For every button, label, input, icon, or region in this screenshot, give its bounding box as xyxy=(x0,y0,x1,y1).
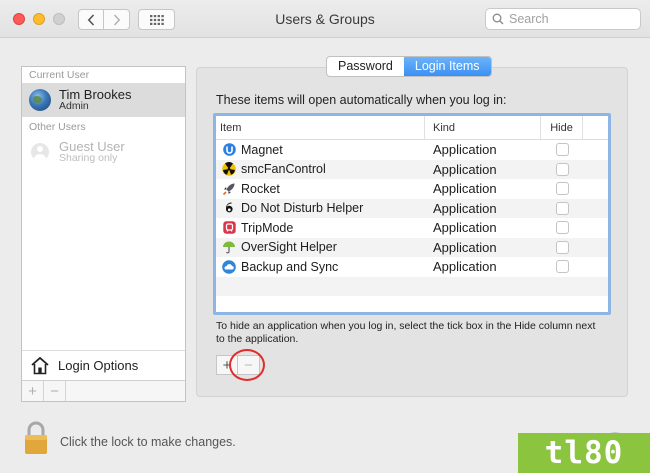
fan-icon xyxy=(222,162,236,177)
add-user-button[interactable]: + xyxy=(22,381,44,401)
column-header-hide[interactable]: Hide xyxy=(541,116,583,139)
rocket-icon xyxy=(222,182,236,196)
guest-avatar xyxy=(31,143,49,161)
lock-button[interactable] xyxy=(21,420,51,456)
item-kind: Application xyxy=(433,181,497,197)
current-user-name: Tim Brookes xyxy=(59,86,132,102)
item-kind: Application xyxy=(433,220,497,236)
item-kind: Application xyxy=(433,161,497,177)
hide-instructions: To hide an application when you log in, … xyxy=(216,320,596,345)
item-name: OverSight Helper xyxy=(241,240,337,255)
hide-checkbox[interactable] xyxy=(555,201,569,215)
column-header-spacer xyxy=(583,116,608,139)
current-user-section-label: Current User xyxy=(29,69,90,81)
login-items-table: Item Kind Hide Magnet Application smcFan… xyxy=(213,113,611,315)
user-avatar xyxy=(29,89,51,111)
item-kind: Application xyxy=(433,239,497,255)
hide-checkbox[interactable] xyxy=(555,162,569,176)
table-row[interactable]: Magnet Application xyxy=(216,140,608,160)
item-name: Backup and Sync xyxy=(241,259,339,274)
house-icon xyxy=(31,356,49,375)
item-kind: Application xyxy=(433,142,497,158)
hide-checkbox[interactable] xyxy=(555,260,569,274)
tripmode-icon xyxy=(222,221,236,235)
magnet-icon xyxy=(222,143,236,157)
tab-password[interactable]: Password xyxy=(327,57,404,76)
table-row[interactable]: Backup and Sync Application xyxy=(216,257,608,277)
item-name: Magnet xyxy=(241,142,283,157)
guest-user-row[interactable]: Guest User Sharing only xyxy=(22,135,185,169)
lock-icon xyxy=(25,421,47,454)
users-sidebar: Current User Tim Brookes Admin Other Use… xyxy=(21,66,186,402)
search-icon xyxy=(492,13,504,25)
item-kind: Application xyxy=(433,200,497,216)
title-bar: Users & Groups xyxy=(0,0,650,38)
other-users-section-label: Other Users xyxy=(29,121,86,133)
current-user-row[interactable]: Tim Brookes Admin xyxy=(22,83,185,117)
dnd-icon xyxy=(222,201,236,215)
search-field[interactable] xyxy=(485,8,641,30)
site-watermark: tl80 xyxy=(518,433,650,473)
login-options-label: Login Options xyxy=(58,358,139,373)
table-row[interactable]: Do Not Disturb Helper Application xyxy=(216,198,608,218)
hide-checkbox[interactable] xyxy=(555,221,569,235)
lock-message: Click the lock to make changes. xyxy=(60,435,236,449)
column-header-item[interactable]: Item xyxy=(216,116,425,139)
login-options-item[interactable]: Login Options xyxy=(22,350,185,380)
table-header: Item Kind Hide xyxy=(216,116,608,140)
hide-checkbox[interactable] xyxy=(555,143,569,157)
table-row[interactable]: Rocket Application xyxy=(216,179,608,199)
guest-user-name: Guest User xyxy=(59,138,125,154)
item-kind: Application xyxy=(433,259,497,275)
item-name: smcFanControl xyxy=(241,162,326,177)
table-row[interactable]: TripMode Application xyxy=(216,218,608,238)
column-header-kind[interactable]: Kind xyxy=(425,116,541,139)
item-name: Do Not Disturb Helper xyxy=(241,201,364,216)
search-input[interactable] xyxy=(509,12,629,26)
segmented-tabs: Password Login Items xyxy=(326,56,492,77)
umbrella-icon xyxy=(222,240,236,254)
users-list-controls: + − xyxy=(22,380,185,401)
remove-user-button[interactable]: − xyxy=(44,381,66,401)
table-row[interactable]: OverSight Helper Application xyxy=(216,237,608,257)
guest-user-status: Sharing only xyxy=(59,152,118,165)
hide-checkbox[interactable] xyxy=(555,182,569,196)
empty-row xyxy=(216,276,608,296)
highlight-circle xyxy=(229,349,265,381)
cloud-icon xyxy=(222,259,236,274)
item-name: Rocket xyxy=(241,181,280,196)
login-items-description: These items will open automatically when… xyxy=(216,93,507,107)
tab-login-items[interactable]: Login Items xyxy=(403,57,491,76)
current-user-role: Admin xyxy=(59,100,89,113)
table-row[interactable]: smcFanControl Application xyxy=(216,159,608,179)
hide-checkbox[interactable] xyxy=(555,240,569,254)
item-name: TripMode xyxy=(241,220,294,235)
